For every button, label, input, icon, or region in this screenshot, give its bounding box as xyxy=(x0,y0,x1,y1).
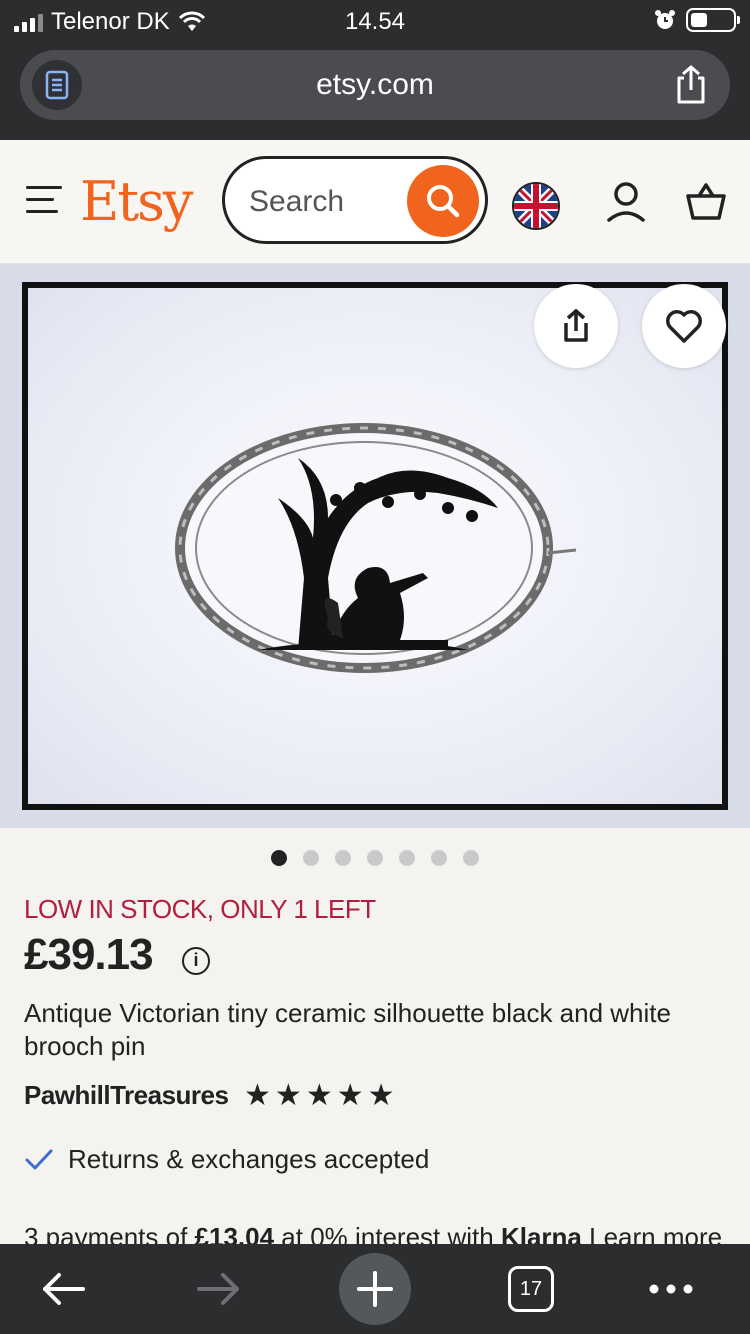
returns-policy: Returns & exchanges accepted xyxy=(24,1144,429,1175)
bag-icon[interactable] xyxy=(684,180,728,229)
klarna-amount: £13.04 xyxy=(194,1222,275,1246)
product-image-gallery[interactable] xyxy=(0,264,750,828)
back-arrow-icon xyxy=(43,1273,85,1305)
klarna-prefix: 3 payments of xyxy=(24,1222,195,1246)
klarna-payment-info: 3 payments of £13.04 at 0% interest with… xyxy=(24,1222,734,1246)
klarna-middle: at 0% interest with xyxy=(274,1222,501,1246)
share-icon xyxy=(564,308,588,342)
url-text[interactable]: etsy.com xyxy=(20,68,730,102)
brooch-illustration xyxy=(175,423,577,673)
carousel-dot[interactable] xyxy=(303,850,319,866)
price: £39.13 xyxy=(24,930,154,979)
status-bar: Telenor DK 14.54 xyxy=(0,0,750,44)
hamburger-icon[interactable] xyxy=(26,186,62,222)
heart-icon xyxy=(666,310,702,343)
site-header: Etsy Search xyxy=(0,140,750,264)
forward-arrow-icon xyxy=(197,1273,239,1305)
carousel-dot[interactable] xyxy=(367,850,383,866)
search-icon xyxy=(427,185,460,218)
address-bar[interactable]: etsy.com xyxy=(20,50,730,120)
browser-address-bar-area: etsy.com xyxy=(0,44,750,140)
product-title: Antique Victorian tiny ceramic silhouett… xyxy=(24,998,671,1061)
browser-toolbar: 17 xyxy=(0,1244,750,1334)
carousel-dot[interactable] xyxy=(463,850,479,866)
star-icon: ★ xyxy=(305,1079,333,1112)
star-icon: ★ xyxy=(367,1079,395,1112)
share-button[interactable] xyxy=(534,284,618,368)
more-button[interactable] xyxy=(646,1244,696,1334)
info-icon[interactable]: i xyxy=(182,947,210,975)
star-icon: ★ xyxy=(244,1079,271,1112)
uk-flag-icon[interactable] xyxy=(512,182,560,230)
stock-notice: LOW IN STOCK, ONLY 1 LEFT xyxy=(24,894,376,924)
etsy-logo[interactable]: Etsy xyxy=(80,170,193,233)
search-bar[interactable]: Search xyxy=(222,156,488,244)
klarna-learn-more-link[interactable]: Learn more xyxy=(582,1222,722,1246)
carousel-dot[interactable] xyxy=(399,850,415,866)
share-icon[interactable] xyxy=(674,64,708,111)
rating-stars[interactable]: ★ ★ ★ ★ ★ xyxy=(244,1080,395,1112)
product-image[interactable] xyxy=(22,282,728,810)
returns-text: Returns & exchanges accepted xyxy=(68,1144,430,1174)
battery-icon xyxy=(686,8,740,32)
check-icon xyxy=(25,1149,53,1169)
more-icon xyxy=(649,1284,693,1294)
shop-name-link[interactable]: PawhillTreasures xyxy=(24,1080,229,1111)
carousel-dots[interactable] xyxy=(0,850,750,866)
search-input[interactable]: Search xyxy=(249,185,344,219)
carousel-dot[interactable] xyxy=(271,850,287,866)
forward-button[interactable] xyxy=(186,1244,252,1334)
plus-icon xyxy=(357,1271,393,1307)
favorite-button[interactable] xyxy=(642,284,726,368)
search-button[interactable] xyxy=(407,165,479,237)
klarna-brand: Klarna xyxy=(500,1222,582,1246)
carousel-dot[interactable] xyxy=(431,850,447,866)
star-icon: ★ xyxy=(274,1079,302,1112)
carousel-dot[interactable] xyxy=(335,850,351,866)
tabs-button[interactable]: 17 xyxy=(506,1244,556,1334)
tab-count: 17 xyxy=(508,1266,554,1312)
back-button[interactable] xyxy=(30,1244,96,1334)
clock: 14.54 xyxy=(344,8,406,35)
new-tab-button[interactable] xyxy=(338,1244,412,1334)
star-icon: ★ xyxy=(336,1079,364,1112)
user-icon[interactable] xyxy=(604,180,648,229)
alarm-icon xyxy=(655,10,675,29)
